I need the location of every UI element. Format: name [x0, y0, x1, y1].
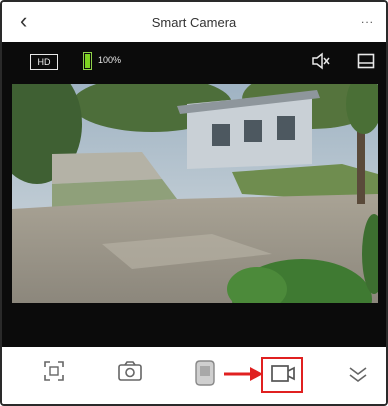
- red-arrow-pointer: [224, 367, 263, 381]
- hd-quality-button[interactable]: HD: [30, 54, 58, 70]
- screenshot-frame-icon[interactable]: [42, 359, 66, 383]
- bottom-control-bar: [2, 347, 386, 404]
- video-status-bar: HD 100%: [2, 42, 386, 80]
- back-arrow-icon[interactable]: ‹: [20, 10, 27, 32]
- more-options-button[interactable]: ...: [361, 12, 374, 26]
- speaker-muted-icon[interactable]: [311, 52, 331, 70]
- fullscreen-icon[interactable]: [357, 53, 375, 69]
- page-title: Smart Camera: [151, 14, 237, 30]
- record-icon[interactable]: [270, 363, 296, 385]
- app-screen: ‹ Smart Camera ... HD 100%: [0, 0, 388, 406]
- intercom-icon[interactable]: [194, 359, 216, 387]
- camera-feed-image: [12, 84, 378, 303]
- live-video-panel[interactable]: HD 100%: [2, 42, 386, 347]
- battery-level-fill: [85, 54, 90, 68]
- battery-percentage: 100%: [98, 55, 122, 65]
- battery-icon: [83, 52, 92, 70]
- more-chevron-icon[interactable]: [347, 365, 369, 383]
- camera-icon[interactable]: [117, 359, 143, 383]
- top-navigation-bar: ‹ Smart Camera ...: [2, 2, 386, 42]
